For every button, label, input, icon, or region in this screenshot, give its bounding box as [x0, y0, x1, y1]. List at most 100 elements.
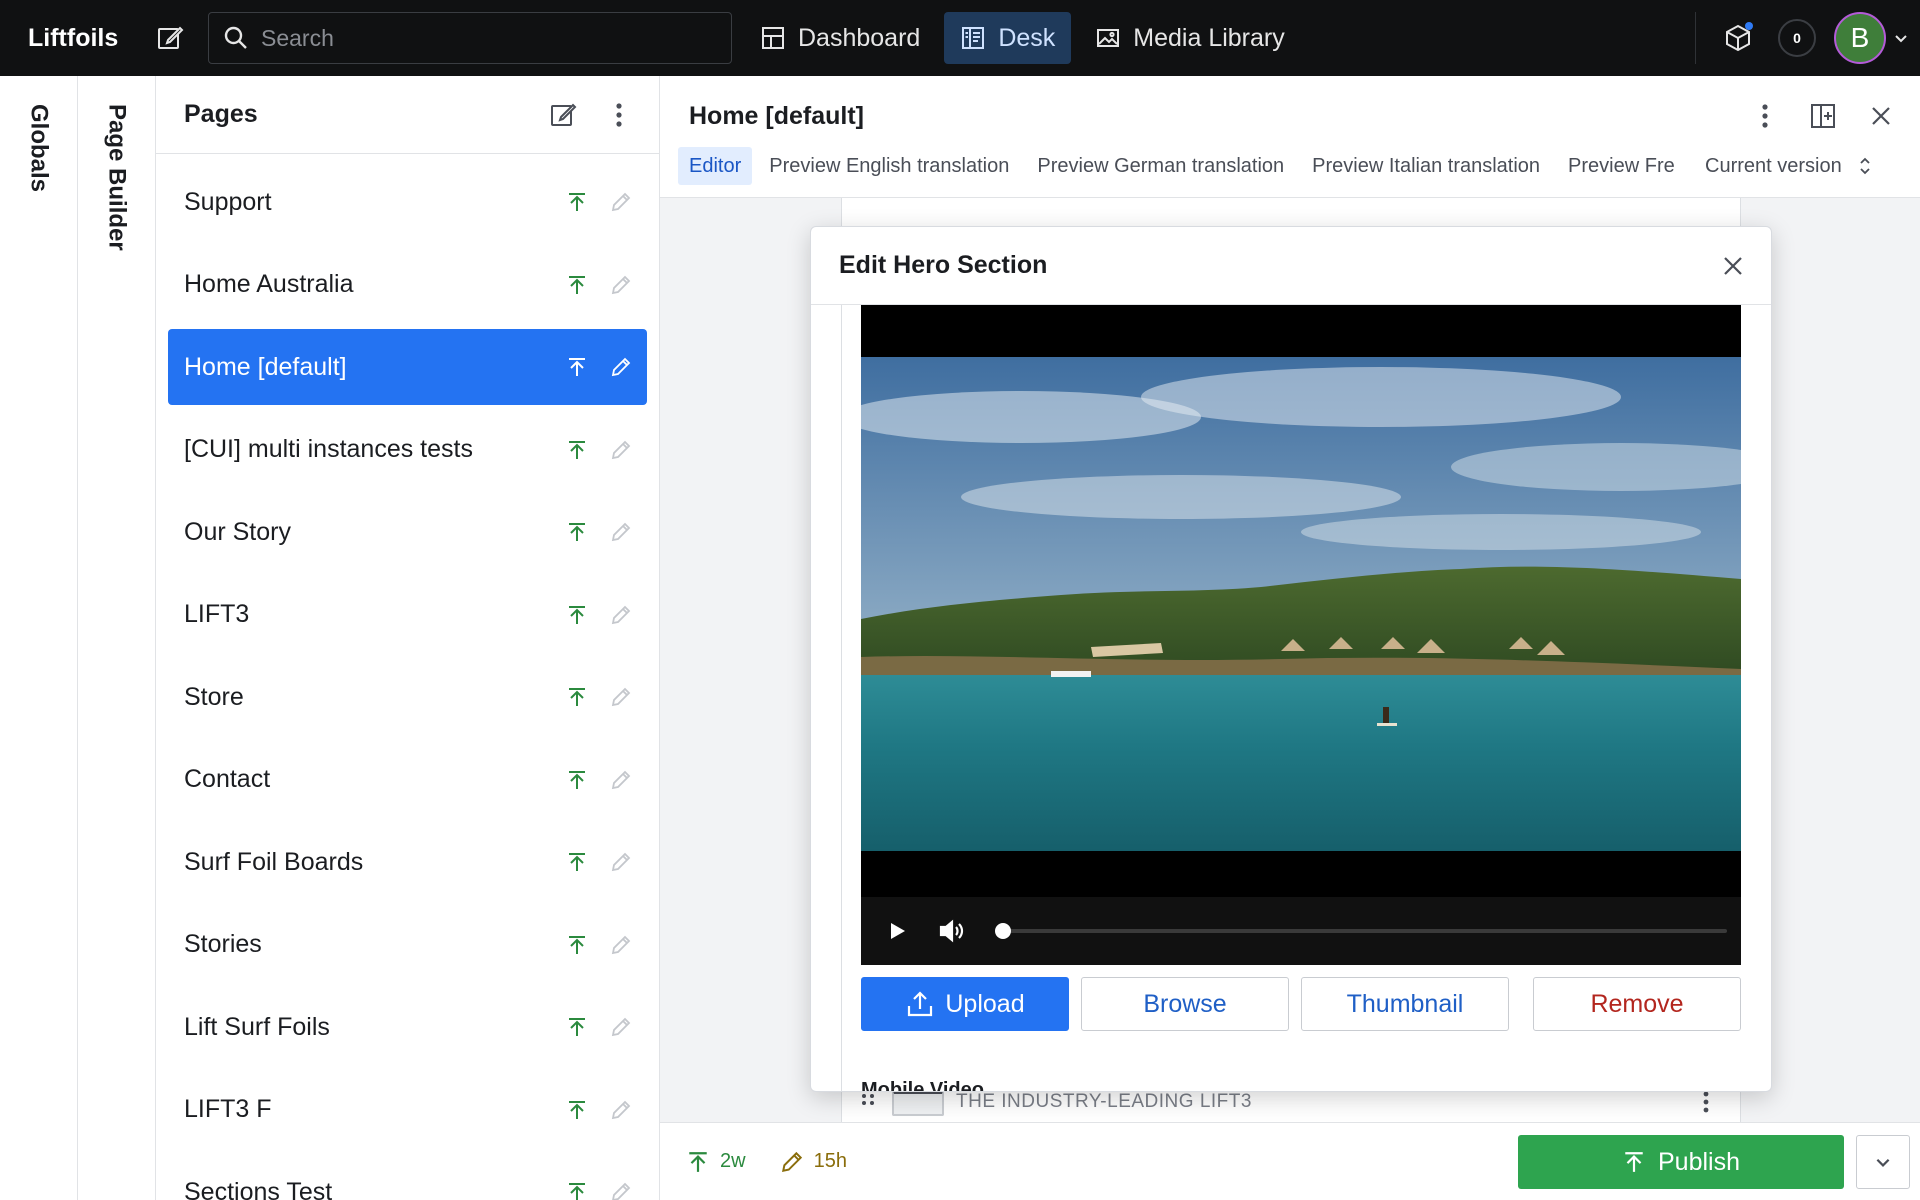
published-icon: [555, 1005, 599, 1049]
list-item-label: Sections Test: [184, 1177, 333, 1200]
divider: [1695, 12, 1696, 64]
published-icon: [555, 593, 599, 637]
version-label: Current version: [1705, 154, 1842, 177]
notification-dot: [1745, 22, 1753, 30]
more-options-icon[interactable]: [591, 87, 647, 143]
image-icon: [1097, 29, 1120, 47]
page-item-6[interactable]: Store: [168, 659, 647, 735]
tab-preview-italian[interactable]: Preview Italian translation: [1301, 147, 1551, 185]
page-item-0[interactable]: Support: [168, 164, 647, 240]
page-item-1[interactable]: Home Australia: [168, 247, 647, 323]
play-icon[interactable]: [869, 903, 925, 959]
package-icon[interactable]: [1716, 16, 1760, 60]
tab-media-library-label: Media Library: [1133, 23, 1285, 52]
publish-menu-button[interactable]: [1856, 1135, 1910, 1189]
published-icon: [555, 675, 599, 719]
page-item-5[interactable]: LIFT3: [168, 577, 647, 653]
list-item-label: Our Story: [184, 517, 291, 546]
page-item-3[interactable]: [CUI] multi instances tests: [168, 412, 647, 488]
edit-icon[interactable]: [599, 180, 643, 224]
published-icon: [555, 345, 599, 389]
list-item-label: LIFT3: [184, 600, 250, 628]
brand-name[interactable]: Liftfoils: [28, 24, 136, 53]
close-icon[interactable]: [1703, 236, 1763, 296]
published-icon: [555, 428, 599, 472]
edit-icon[interactable]: [599, 428, 643, 472]
mobile-video-label: Mobile Video: [861, 1079, 984, 1092]
remove-button[interactable]: Remove: [1533, 977, 1741, 1031]
list-item-label: Surf Foil Boards: [184, 847, 364, 876]
page-item-8[interactable]: Surf Foil Boards: [168, 824, 647, 900]
publish-label: Publish: [1658, 1147, 1740, 1176]
upload-button[interactable]: Upload: [861, 977, 1069, 1031]
page-item-9[interactable]: Stories: [168, 907, 647, 983]
edit-icon[interactable]: [599, 510, 643, 554]
published-icon: [555, 180, 599, 224]
document-header: Home [default] Editor Preview English tr…: [660, 76, 1920, 198]
page-item-10[interactable]: Lift Surf Foils: [168, 989, 647, 1065]
volume-icon[interactable]: [925, 903, 981, 959]
list-item-label: Home Australia: [184, 270, 354, 298]
page-item-4[interactable]: Our Story: [168, 494, 647, 570]
notification-count[interactable]: 0: [1778, 19, 1816, 57]
page-builder-label[interactable]: Page Builder: [103, 104, 131, 251]
close-icon[interactable]: [1852, 88, 1910, 144]
tab-editor[interactable]: Editor: [678, 147, 753, 185]
published-icon: [689, 1151, 707, 1172]
globals-label[interactable]: Globals: [25, 104, 53, 192]
page-item-2[interactable]: Home [default]: [168, 329, 647, 405]
search-box[interactable]: [208, 12, 732, 64]
globals-rail[interactable]: Globals: [0, 76, 78, 1200]
split-pane-icon[interactable]: [1794, 88, 1852, 144]
edit-icon[interactable]: [599, 1170, 643, 1200]
published-ago: 2w: [720, 1150, 746, 1172]
edit-icon[interactable]: [599, 923, 643, 967]
chevron-down-icon[interactable]: [1886, 30, 1916, 46]
edit-icon[interactable]: [599, 840, 643, 884]
tab-media-library[interactable]: Media Library: [1079, 12, 1300, 64]
browse-button[interactable]: Browse: [1081, 977, 1289, 1031]
document-actions: [1736, 88, 1910, 144]
tab-desk[interactable]: Desk: [944, 12, 1072, 64]
tab-desk-label: Desk: [998, 23, 1056, 52]
version-selector[interactable]: Current version: [1705, 155, 1872, 178]
list-item-label: Home [default]: [184, 352, 347, 381]
seek-knob[interactable]: [995, 923, 1011, 939]
avatar[interactable]: B: [1834, 12, 1886, 64]
edit-icon[interactable]: [599, 1088, 643, 1132]
edit-icon[interactable]: [599, 758, 643, 802]
more-options-icon[interactable]: [1736, 88, 1794, 144]
video-seek-bar[interactable]: [995, 923, 1727, 939]
compose-icon[interactable]: [142, 10, 198, 66]
edited-status[interactable]: 15h: [780, 1150, 847, 1174]
document-pane: Home [default] Editor Preview English tr…: [660, 76, 1920, 1200]
tab-dashboard[interactable]: Dashboard: [744, 12, 936, 64]
create-page-icon[interactable]: [535, 87, 591, 143]
published-icon: [555, 1170, 599, 1200]
edit-icon[interactable]: [599, 263, 643, 307]
edited-ago: 15h: [813, 1150, 847, 1172]
drag-handle-icon[interactable]: [860, 1091, 876, 1113]
thumbnail-button[interactable]: Thumbnail: [1301, 977, 1509, 1031]
published-status[interactable]: 2w: [686, 1150, 746, 1174]
publish-icon: [1625, 1152, 1643, 1172]
list-item-label: Lift Surf Foils: [184, 1012, 330, 1041]
page-item-7[interactable]: Contact: [168, 742, 647, 818]
field-indent-rule: [841, 305, 842, 1091]
page-item-11[interactable]: LIFT3 F: [168, 1072, 647, 1148]
tab-preview-french[interactable]: Preview Fre: [1557, 147, 1686, 185]
published-icon: [555, 1088, 599, 1132]
edit-icon[interactable]: [599, 675, 643, 719]
publish-button[interactable]: Publish: [1518, 1135, 1844, 1189]
list-item-label: Store: [184, 682, 244, 711]
edit-icon[interactable]: [599, 593, 643, 637]
page-builder-rail[interactable]: Page Builder: [78, 76, 156, 1200]
tab-preview-english[interactable]: Preview English translation: [758, 147, 1020, 185]
search-input[interactable]: [261, 24, 701, 52]
video-player[interactable]: [861, 305, 1741, 965]
edit-icon[interactable]: [599, 1005, 643, 1049]
page-item-12[interactable]: Sections Test: [168, 1154, 647, 1200]
tab-preview-german[interactable]: Preview German translation: [1026, 147, 1295, 185]
more-options-icon[interactable]: [1702, 1090, 1710, 1114]
edit-icon[interactable]: [599, 345, 643, 389]
